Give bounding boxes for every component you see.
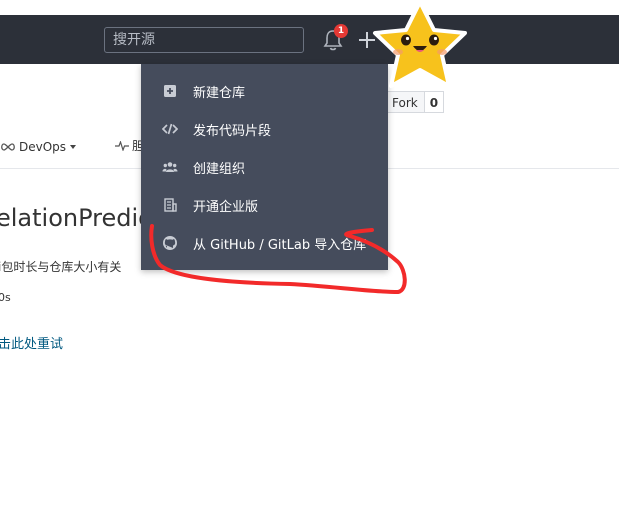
menu-item-label: 新建仓库 (193, 85, 246, 101)
menu-item-label: 从 GitHub / GitLab 导入仓库 (193, 237, 367, 253)
top-strip (0, 0, 619, 15)
users-icon (162, 162, 178, 172)
menu-item-publish-snippet[interactable]: 发布代码片段 (141, 110, 388, 148)
infinity-icon (1, 143, 15, 151)
tab-devops-label: DevOps (19, 140, 67, 154)
tab-devops[interactable]: DevOps (0, 140, 77, 154)
retry-link[interactable]: 击此处重试 (0, 333, 63, 352)
repo-subnav: DevOps 胆 (0, 137, 144, 157)
plus-square-icon (164, 85, 176, 97)
search-box[interactable] (104, 27, 307, 53)
navbar (0, 15, 619, 64)
elapsed-time: 0s (0, 291, 11, 304)
repo-title: elationPredic (0, 204, 152, 232)
star-emoji-icon (373, 0, 467, 88)
repo-description: i包时长与仓库大小有关 (0, 260, 122, 274)
pulse-icon (115, 140, 129, 151)
menu-item-label: 发布代码片段 (193, 123, 272, 139)
code-icon (162, 123, 178, 135)
menu-item-label: 创建组织 (193, 161, 246, 177)
tab-pulse[interactable]: 胆 (115, 137, 144, 154)
search-input[interactable] (105, 28, 307, 52)
notification-badge: 1 (334, 24, 348, 38)
create-dropdown-menu: 新建仓库 发布代码片段 创建组织 开通企业版 从 GitHub / GitLab… (141, 64, 388, 270)
menu-item-import-repo[interactable]: 从 GitHub / GitLab 导入仓库 (141, 224, 388, 262)
building-icon (164, 198, 177, 212)
menu-item-enterprise[interactable]: 开通企业版 (141, 186, 388, 224)
github-icon (163, 236, 177, 250)
chevron-down-icon (70, 145, 77, 149)
menu-item-create-org[interactable]: 创建组织 (141, 148, 388, 186)
menu-item-label: 开通企业版 (193, 199, 259, 215)
menu-item-new-repo[interactable]: 新建仓库 (141, 72, 388, 110)
